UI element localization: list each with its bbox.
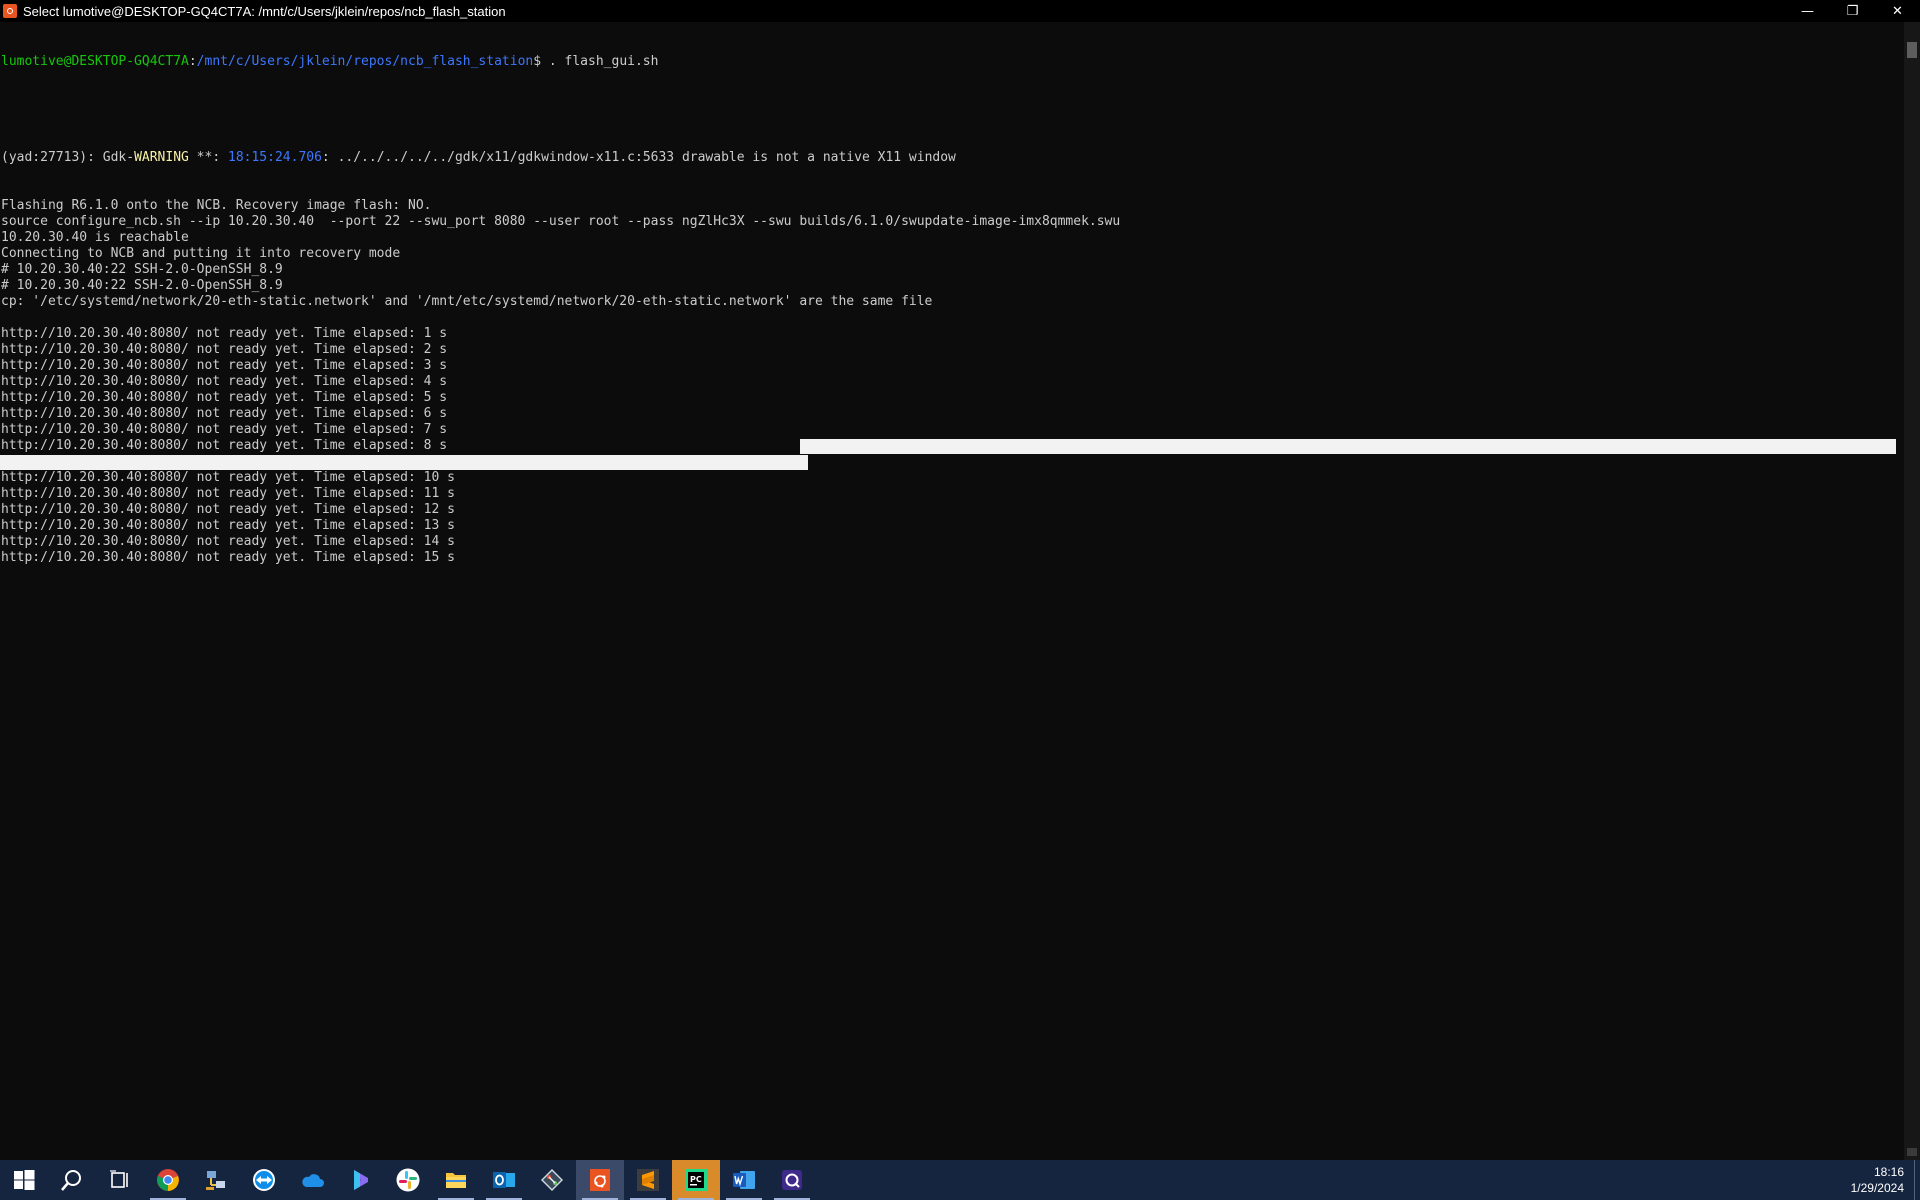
terminal-output-line: http://10.20.30.40:8080/ not ready yet. … [1,406,448,421]
sublime-text-icon [637,1169,659,1191]
windows-start-icon [14,1170,35,1190]
teamviewer-taskbar-button[interactable] [240,1160,288,1200]
prompt-user-host: lumotive@DESKTOP-GQ4CT7A [1,54,189,69]
slack-icon [396,1168,420,1192]
search-button[interactable] [48,1160,96,1200]
window-title-bar[interactable]: Select lumotive@DESKTOP-GQ4CT7A: /mnt/c/… [0,0,1920,22]
render-artifact-bar [0,455,808,470]
minimize-button[interactable]: — [1785,0,1830,22]
warning-line: (yad:27713): Gdk-WARNING **: 18:15:24.70… [1,150,1904,166]
warning-time: 18:15:24.706 [228,150,322,165]
window-controls: — ❐ ✕ [1785,0,1920,22]
onedrive-icon [302,1174,324,1187]
warning-prefix: (yad:27713): Gdk- [1,150,135,165]
chrome-taskbar-button[interactable] [144,1160,192,1200]
warning-message: : ../../../../../gdk/x11/gdkwindow-x11.c… [321,150,956,165]
ubuntu-terminal-taskbar-button[interactable] [576,1160,624,1200]
terminal-output-line: http://10.20.30.40:8080/ not ready yet. … [1,486,455,501]
network-tool-taskbar-button[interactable] [192,1160,240,1200]
clock-date: 1/29/2024 [1850,1181,1904,1195]
prompt-separator: : [188,54,197,69]
terminal-output-line: http://10.20.30.40:8080/ not ready yet. … [1,534,455,549]
git-taskbar-button[interactable] [528,1160,576,1200]
terminal-output-line: Connecting to NCB and putting it into re… [1,246,401,261]
taskbar: PC [0,1160,1920,1200]
slack-taskbar-button[interactable] [384,1160,432,1200]
show-desktop-button[interactable] [1914,1160,1920,1200]
search-icon [61,1170,81,1191]
prompt-path: /mnt/c/Users/jklein/repos/ncb_flash_stat… [196,54,534,69]
app-icon [782,1170,802,1190]
outlook-taskbar-button[interactable] [480,1160,528,1200]
render-artifact-bar [800,439,1896,454]
copilot-taskbar-button[interactable] [336,1160,384,1200]
terminal-output-line: http://10.20.30.40:8080/ not ready yet. … [1,342,448,357]
app-taskbar-button[interactable] [768,1160,816,1200]
warning-mid: **: [188,150,228,165]
prompt-symbol: $ [533,54,542,69]
window-title: Select lumotive@DESKTOP-GQ4CT7A: /mnt/c/… [23,3,506,19]
ubuntu-app-icon [3,4,17,18]
terminal-output-line: http://10.20.30.40:8080/ not ready yet. … [1,358,448,373]
terminal-output-line: http://10.20.30.40:8080/ not ready yet. … [1,390,448,405]
terminal-output-line: Flashing R6.1.0 onto the NCB. Recovery i… [1,198,432,213]
network-tool-icon [206,1171,225,1190]
system-clock[interactable]: 18:16 1/29/2024 [1824,1160,1904,1200]
warning-level: WARNING [134,150,189,165]
copilot-icon [354,1170,368,1190]
close-button[interactable]: ✕ [1875,0,1920,22]
restore-button[interactable]: ❐ [1830,0,1875,22]
ubuntu-terminal-icon [590,1169,610,1191]
word-icon [733,1171,755,1189]
terminal-output-line: 10.20.30.40 is reachable [1,230,189,245]
pycharm-icon: PC [685,1169,707,1191]
scrollbar-bottom-marker [1907,1148,1917,1156]
terminal-text: lumotive@DESKTOP-GQ4CT7A:/mnt/c/Users/jk… [0,22,1904,598]
terminal-output-line: http://10.20.30.40:8080/ not ready yet. … [1,422,448,437]
teamviewer-icon [253,1169,275,1191]
windows-start-button[interactable] [0,1160,48,1200]
scrollbar-thumb[interactable] [1907,42,1917,58]
prompt-line: lumotive@DESKTOP-GQ4CT7A:/mnt/c/Users/jk… [1,54,1904,70]
git-icon [541,1169,563,1191]
word-taskbar-button[interactable] [720,1160,768,1200]
onedrive-taskbar-button[interactable] [288,1160,336,1200]
task-view-icon [110,1170,128,1188]
terminal-output-line: http://10.20.30.40:8080/ not ready yet. … [1,374,448,389]
vertical-scrollbar[interactable] [1904,22,1920,1160]
terminal-output-area[interactable]: lumotive@DESKTOP-GQ4CT7A:/mnt/c/Users/jk… [0,22,1904,1160]
prompt-command: . flash_gui.sh [541,54,659,69]
outlook-icon [493,1172,515,1188]
file-explorer-icon [446,1173,466,1188]
terminal-output-line: # 10.20.30.40:22 SSH-2.0-OpenSSH_8.9 [1,278,283,293]
file-explorer-taskbar-button[interactable] [432,1160,480,1200]
terminal-output-line: http://10.20.30.40:8080/ not ready yet. … [1,518,455,533]
terminal-output-line: source configure_ncb.sh --ip 10.20.30.40… [1,214,1121,229]
task-view-button[interactable] [96,1160,144,1200]
terminal-output-line: http://10.20.30.40:8080/ not ready yet. … [1,470,455,485]
pycharm-taskbar-button[interactable]: PC [672,1160,720,1200]
terminal-output-line: cp: '/etc/systemd/network/20-eth-static.… [1,294,933,309]
terminal-output-line: http://10.20.30.40:8080/ not ready yet. … [1,550,455,565]
output-lines: Flashing R6.1.0 onto the NCB. Recovery i… [0,198,1904,566]
chrome-icon [157,1169,179,1191]
clock-time: 18:16 [1873,1165,1904,1179]
terminal-output-line: # 10.20.30.40:22 SSH-2.0-OpenSSH_8.9 [1,262,283,277]
terminal-output-line: http://10.20.30.40:8080/ not ready yet. … [1,326,448,341]
terminal-output-line: http://10.20.30.40:8080/ not ready yet. … [1,502,455,517]
svg-text:PC: PC [690,1175,702,1184]
sublime-text-taskbar-button[interactable] [624,1160,672,1200]
